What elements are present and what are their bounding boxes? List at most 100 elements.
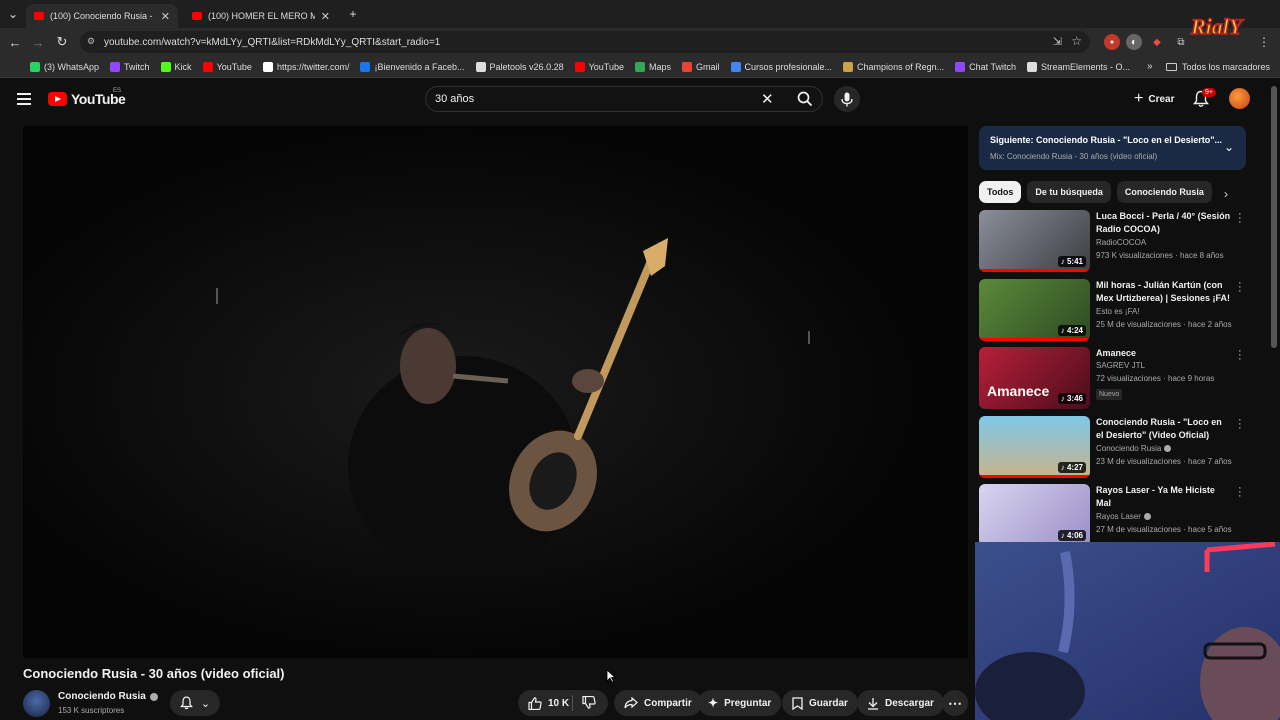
- share-button[interactable]: Compartir: [614, 690, 702, 716]
- recommendation-item[interactable]: ♪ 4:27 Conociendo Rusia - "Loco en el Des…: [979, 415, 1249, 480]
- close-tab-icon[interactable]: ✕: [321, 10, 330, 23]
- video-thumbnail[interactable]: Amanece ♪ 3:46: [979, 347, 1090, 409]
- ask-label: Preguntar: [724, 697, 772, 709]
- recommendation-title[interactable]: Conociendo Rusia - "Loco en el Desierto"…: [1096, 416, 1231, 442]
- bookmark-item[interactable]: Kick: [160, 61, 192, 72]
- filter-chip[interactable]: De tu búsqueda: [1027, 181, 1111, 203]
- channel-name-row[interactable]: Conociendo Rusia: [58, 691, 158, 702]
- user-avatar[interactable]: [1229, 88, 1250, 109]
- channel-avatar[interactable]: [23, 690, 50, 717]
- video-thumbnail[interactable]: ♪ 5:41: [979, 210, 1090, 272]
- recommendation-title[interactable]: Luca Bocci - Perla / 40° (Sesión Radio C…: [1096, 210, 1231, 236]
- extension-icon[interactable]: ◐: [1126, 34, 1142, 50]
- browser-menu-icon[interactable]: ⋮: [1256, 34, 1272, 50]
- close-tab-icon[interactable]: ✕: [161, 10, 170, 23]
- search-input[interactable]: [435, 93, 735, 105]
- clear-search-icon[interactable]: ✕: [761, 90, 774, 108]
- more-options-icon[interactable]: · · ·: [1238, 483, 1242, 502]
- bookmarks-overflow-icon[interactable]: »: [1147, 61, 1153, 72]
- url-field[interactable]: ⚙ youtube.com/watch?v=kMdLYy_QRTI&list=R…: [80, 31, 1090, 53]
- more-options-icon[interactable]: · · ·: [1238, 278, 1242, 297]
- tab-inactive[interactable]: (100) HOMER EL MERO MERO | ✕: [184, 4, 338, 28]
- tab-search-button[interactable]: ⌄: [4, 5, 22, 23]
- bookmark-item[interactable]: ¡Bienvenido a Faceb...: [360, 61, 465, 72]
- recommendation-title[interactable]: Amanece: [1096, 347, 1231, 360]
- bookmark-label: Gmail: [695, 61, 720, 72]
- recommendation-item[interactable]: ♪ 4:06 Rayos Laser - Ya Me Hiciste Mal Ray…: [979, 483, 1249, 548]
- expand-chevron-icon[interactable]: ⌄: [1224, 140, 1234, 154]
- watch-progress-bar: [979, 338, 1090, 341]
- bookmark-item[interactable]: (3) WhatsApp: [30, 61, 99, 72]
- back-icon[interactable]: ←: [6, 33, 24, 51]
- duration-text: 4:06: [1066, 531, 1083, 540]
- recommendation-channel[interactable]: Rayos Laser: [1096, 512, 1151, 521]
- more-options-icon[interactable]: · · ·: [1238, 346, 1242, 365]
- youtube-logo[interactable]: YouTube ES: [48, 88, 126, 107]
- dislike-button[interactable]: [582, 695, 596, 712]
- video-thumbnail[interactable]: ♪ 4:27: [979, 416, 1090, 478]
- more-options-icon[interactable]: · · ·: [1238, 415, 1242, 434]
- recommendation-meta: 25 M de visualizaciones · hace 2 años: [1096, 320, 1232, 329]
- bookmark-item[interactable]: Twitch: [110, 61, 150, 72]
- create-label: Crear: [1148, 93, 1175, 105]
- reload-icon[interactable]: ↻: [53, 33, 71, 51]
- create-button[interactable]: + Crear: [1124, 87, 1184, 111]
- install-app-icon[interactable]: ⇲: [1053, 35, 1062, 48]
- video-player[interactable]: [23, 126, 968, 658]
- filter-chip[interactable]: Todos: [979, 181, 1022, 203]
- recommendation-meta: 23 M de visualizaciones · hace 7 años: [1096, 457, 1232, 466]
- download-button[interactable]: Descargar: [857, 690, 944, 716]
- more-options-icon[interactable]: · · ·: [1238, 209, 1242, 228]
- extension-icon[interactable]: ◆: [1149, 34, 1165, 50]
- like-divider: [572, 695, 573, 711]
- recommendation-title[interactable]: Rayos Laser - Ya Me Hiciste Mal: [1096, 484, 1231, 510]
- bookmark-item[interactable]: StreamElements - O...: [1026, 61, 1130, 72]
- bookmark-item[interactable]: Cursos profesionale...: [730, 61, 832, 72]
- voice-search-button[interactable]: [834, 86, 860, 112]
- extension-icon[interactable]: ●: [1104, 34, 1120, 50]
- bookmark-item[interactable]: Paletools v26.0.28: [475, 61, 564, 72]
- video-thumbnail[interactable]: ♪ 4:06: [979, 484, 1090, 546]
- new-tab-button[interactable]: +: [344, 5, 362, 23]
- recommendation-channel[interactable]: RadioCOCOA: [1096, 238, 1146, 247]
- page-scrollbar[interactable]: [1271, 86, 1277, 348]
- tab-title: (100) HOMER EL MERO MERO |: [208, 11, 315, 21]
- forward-icon[interactable]: →: [29, 33, 47, 51]
- recommendation-item[interactable]: Amanece ♪ 3:46 Amanece SAGREV JTL 72 visuali…: [979, 346, 1249, 411]
- like-button[interactable]: 10 K: [528, 696, 569, 710]
- bookmark-label: ¡Bienvenido a Faceb...: [374, 61, 465, 72]
- bookmark-item[interactable]: YouTube: [574, 61, 624, 72]
- recommendation-channel[interactable]: Conociendo Rusia: [1096, 444, 1172, 453]
- bookmark-star-icon[interactable]: ☆: [1071, 34, 1082, 48]
- recommendation-channel[interactable]: Esto es ¡FA!: [1096, 307, 1140, 316]
- all-bookmarks-button[interactable]: Todos los marcadores: [1165, 56, 1270, 78]
- bookmark-item[interactable]: https://twitter.com/: [262, 61, 350, 72]
- recommendation-title[interactable]: Mil horas - Julián Kartún (con Mex Urtiz…: [1096, 279, 1231, 305]
- recommendation-item[interactable]: ♪ 5:41 Luca Bocci - Perla / 40° (Sesión R…: [979, 209, 1249, 274]
- bookmark-item[interactable]: Maps: [634, 61, 671, 72]
- bookmark-item[interactable]: Chat Twitch: [955, 61, 1016, 72]
- filter-chip[interactable]: Conociendo Rusia: [1116, 181, 1212, 203]
- more-actions-icon[interactable]: ⋯: [942, 690, 968, 716]
- whatsapp-icon: [30, 61, 40, 72]
- menu-icon[interactable]: [17, 93, 31, 105]
- video-thumbnail[interactable]: ♪ 4:24: [979, 279, 1090, 341]
- bookmark-item[interactable]: Gmail: [681, 61, 720, 72]
- save-button[interactable]: Guardar: [782, 690, 858, 716]
- tab-active[interactable]: (100) Conociendo Rusia - 30 añ ✕: [26, 4, 178, 28]
- bookmark-label: https://twitter.com/: [276, 61, 350, 72]
- champions-icon: [843, 61, 854, 72]
- subscription-notifications-button[interactable]: ⌄: [170, 690, 220, 716]
- download-label: Descargar: [885, 697, 934, 709]
- recommendation-channel[interactable]: SAGREV JTL: [1096, 361, 1145, 370]
- verified-icon: [149, 692, 158, 701]
- up-next-card[interactable]: Siguiente: Conociendo Rusia - "Loco en e…: [979, 126, 1246, 170]
- chevron-right-icon[interactable]: ›: [1224, 187, 1228, 201]
- like-dislike-group: 10 K: [518, 690, 608, 716]
- bookmark-item[interactable]: Champions of Regn...: [843, 61, 944, 72]
- site-info-icon[interactable]: ⚙: [87, 36, 95, 47]
- bookmark-item[interactable]: YouTube: [202, 61, 252, 72]
- search-button[interactable]: [788, 88, 822, 110]
- recommendation-item[interactable]: ♪ 4:24 Mil horas - Julián Kartún (con Mex…: [979, 278, 1249, 343]
- ask-button[interactable]: ✦ Preguntar: [698, 690, 782, 716]
